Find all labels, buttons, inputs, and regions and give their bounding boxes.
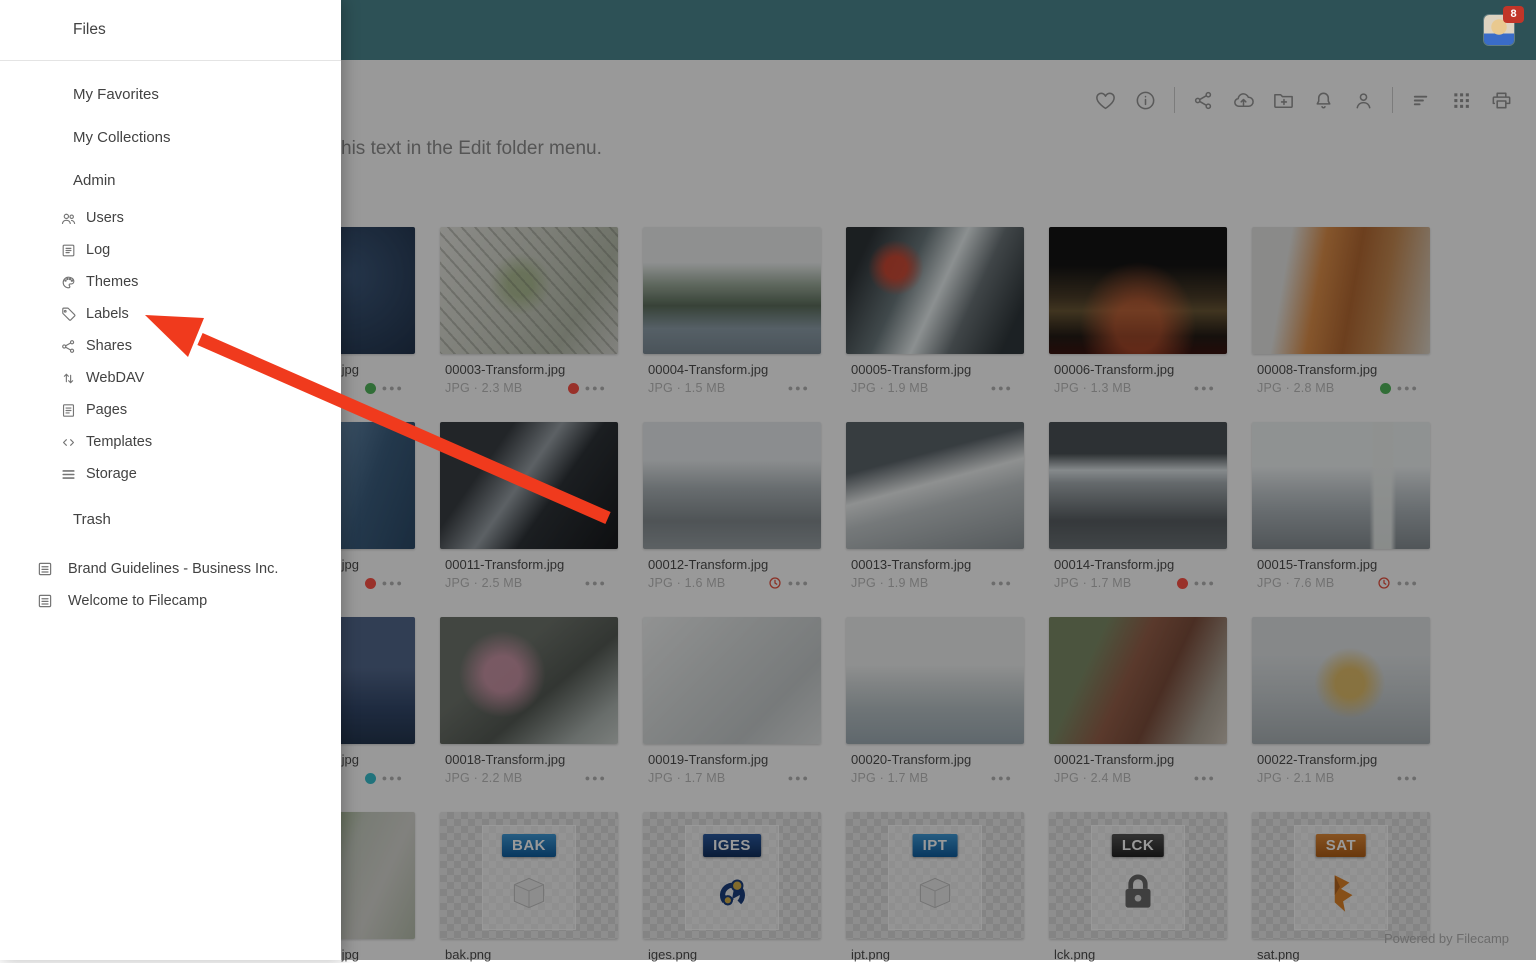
sidebar-item-label: Themes xyxy=(86,274,138,290)
sidebar-item-label: My Collections xyxy=(73,129,171,146)
code-icon xyxy=(60,434,77,451)
sidebar-item-label: Labels xyxy=(86,306,129,322)
doc-link-label: Brand Guidelines - Business Inc. xyxy=(68,561,278,577)
palette-icon xyxy=(60,274,77,291)
folder-icon xyxy=(36,20,56,40)
chevron-down-icon xyxy=(301,174,315,188)
sidebar-item-webdav[interactable]: WebDAV xyxy=(0,362,341,394)
drawer-title: Files xyxy=(73,21,106,39)
document-icon xyxy=(36,592,54,610)
sidebar-item-labels[interactable]: Labels xyxy=(0,298,341,330)
share-icon xyxy=(60,338,77,355)
sidebar-item-trash[interactable]: Trash xyxy=(0,498,341,541)
sidebar-item-admin[interactable]: Admin xyxy=(0,159,341,202)
chevron-right-icon xyxy=(301,88,315,102)
sidebar-doc-link[interactable]: Welcome to Filecamp xyxy=(0,585,341,617)
sidebar-item-log[interactable]: Log xyxy=(0,234,341,266)
sidebar-item-storage[interactable]: Storage xyxy=(0,458,341,490)
admin-submenu: Users Log Themes Labels Shares WebDAV Pages Tem… xyxy=(0,202,341,490)
files-drawer: Files My Favorites My Collections Admin … xyxy=(0,0,341,960)
collections-icon xyxy=(36,128,55,147)
gear-icon xyxy=(36,171,55,190)
trash-icon xyxy=(36,510,55,529)
drawer-doc-links: Brand Guidelines - Business Inc. Welcome … xyxy=(0,553,341,617)
sidebar-item-label: Templates xyxy=(86,434,152,450)
updown-icon xyxy=(60,370,77,387)
sidebar-item-label: Users xyxy=(86,210,124,226)
users-icon xyxy=(60,210,77,227)
sidebar-item-label: Log xyxy=(86,242,110,258)
doc-link-label: Welcome to Filecamp xyxy=(68,593,207,609)
sidebar-item-label: WebDAV xyxy=(86,370,144,386)
sidebar-item-label: Storage xyxy=(86,466,137,482)
drawer-nav: My Favorites My Collections Admin Users L… xyxy=(0,61,341,617)
sidebar-item-label: My Favorites xyxy=(73,86,159,103)
sidebar-doc-link[interactable]: Brand Guidelines - Business Inc. xyxy=(0,553,341,585)
notification-badge: 8 xyxy=(1503,6,1524,23)
tag-icon xyxy=(60,306,77,323)
search-icon[interactable] xyxy=(1437,18,1461,42)
sidebar-item-label: Trash xyxy=(73,511,111,528)
sidebar-item-pages[interactable]: Pages xyxy=(0,394,341,426)
sidebar-item-my-favorites[interactable]: My Favorites xyxy=(0,73,341,116)
sidebar-item-templates[interactable]: Templates xyxy=(0,426,341,458)
drawer-header: Files xyxy=(0,0,341,61)
sidebar-item-label: Admin xyxy=(73,172,116,189)
page-icon xyxy=(60,402,77,419)
sidebar-item-label: Shares xyxy=(86,338,132,354)
chevron-right-icon xyxy=(301,131,315,145)
sidebar-item-users[interactable]: Users xyxy=(0,202,341,234)
close-icon[interactable] xyxy=(299,20,319,40)
document-icon xyxy=(36,560,54,578)
sidebar-item-label: Pages xyxy=(86,402,127,418)
sidebar-item-shares[interactable]: Shares xyxy=(0,330,341,362)
log-icon xyxy=(60,242,77,259)
sidebar-item-themes[interactable]: Themes xyxy=(0,266,341,298)
sidebar-item-my-collections[interactable]: My Collections xyxy=(0,116,341,159)
storage-icon xyxy=(60,466,77,483)
heart-icon xyxy=(36,85,55,104)
